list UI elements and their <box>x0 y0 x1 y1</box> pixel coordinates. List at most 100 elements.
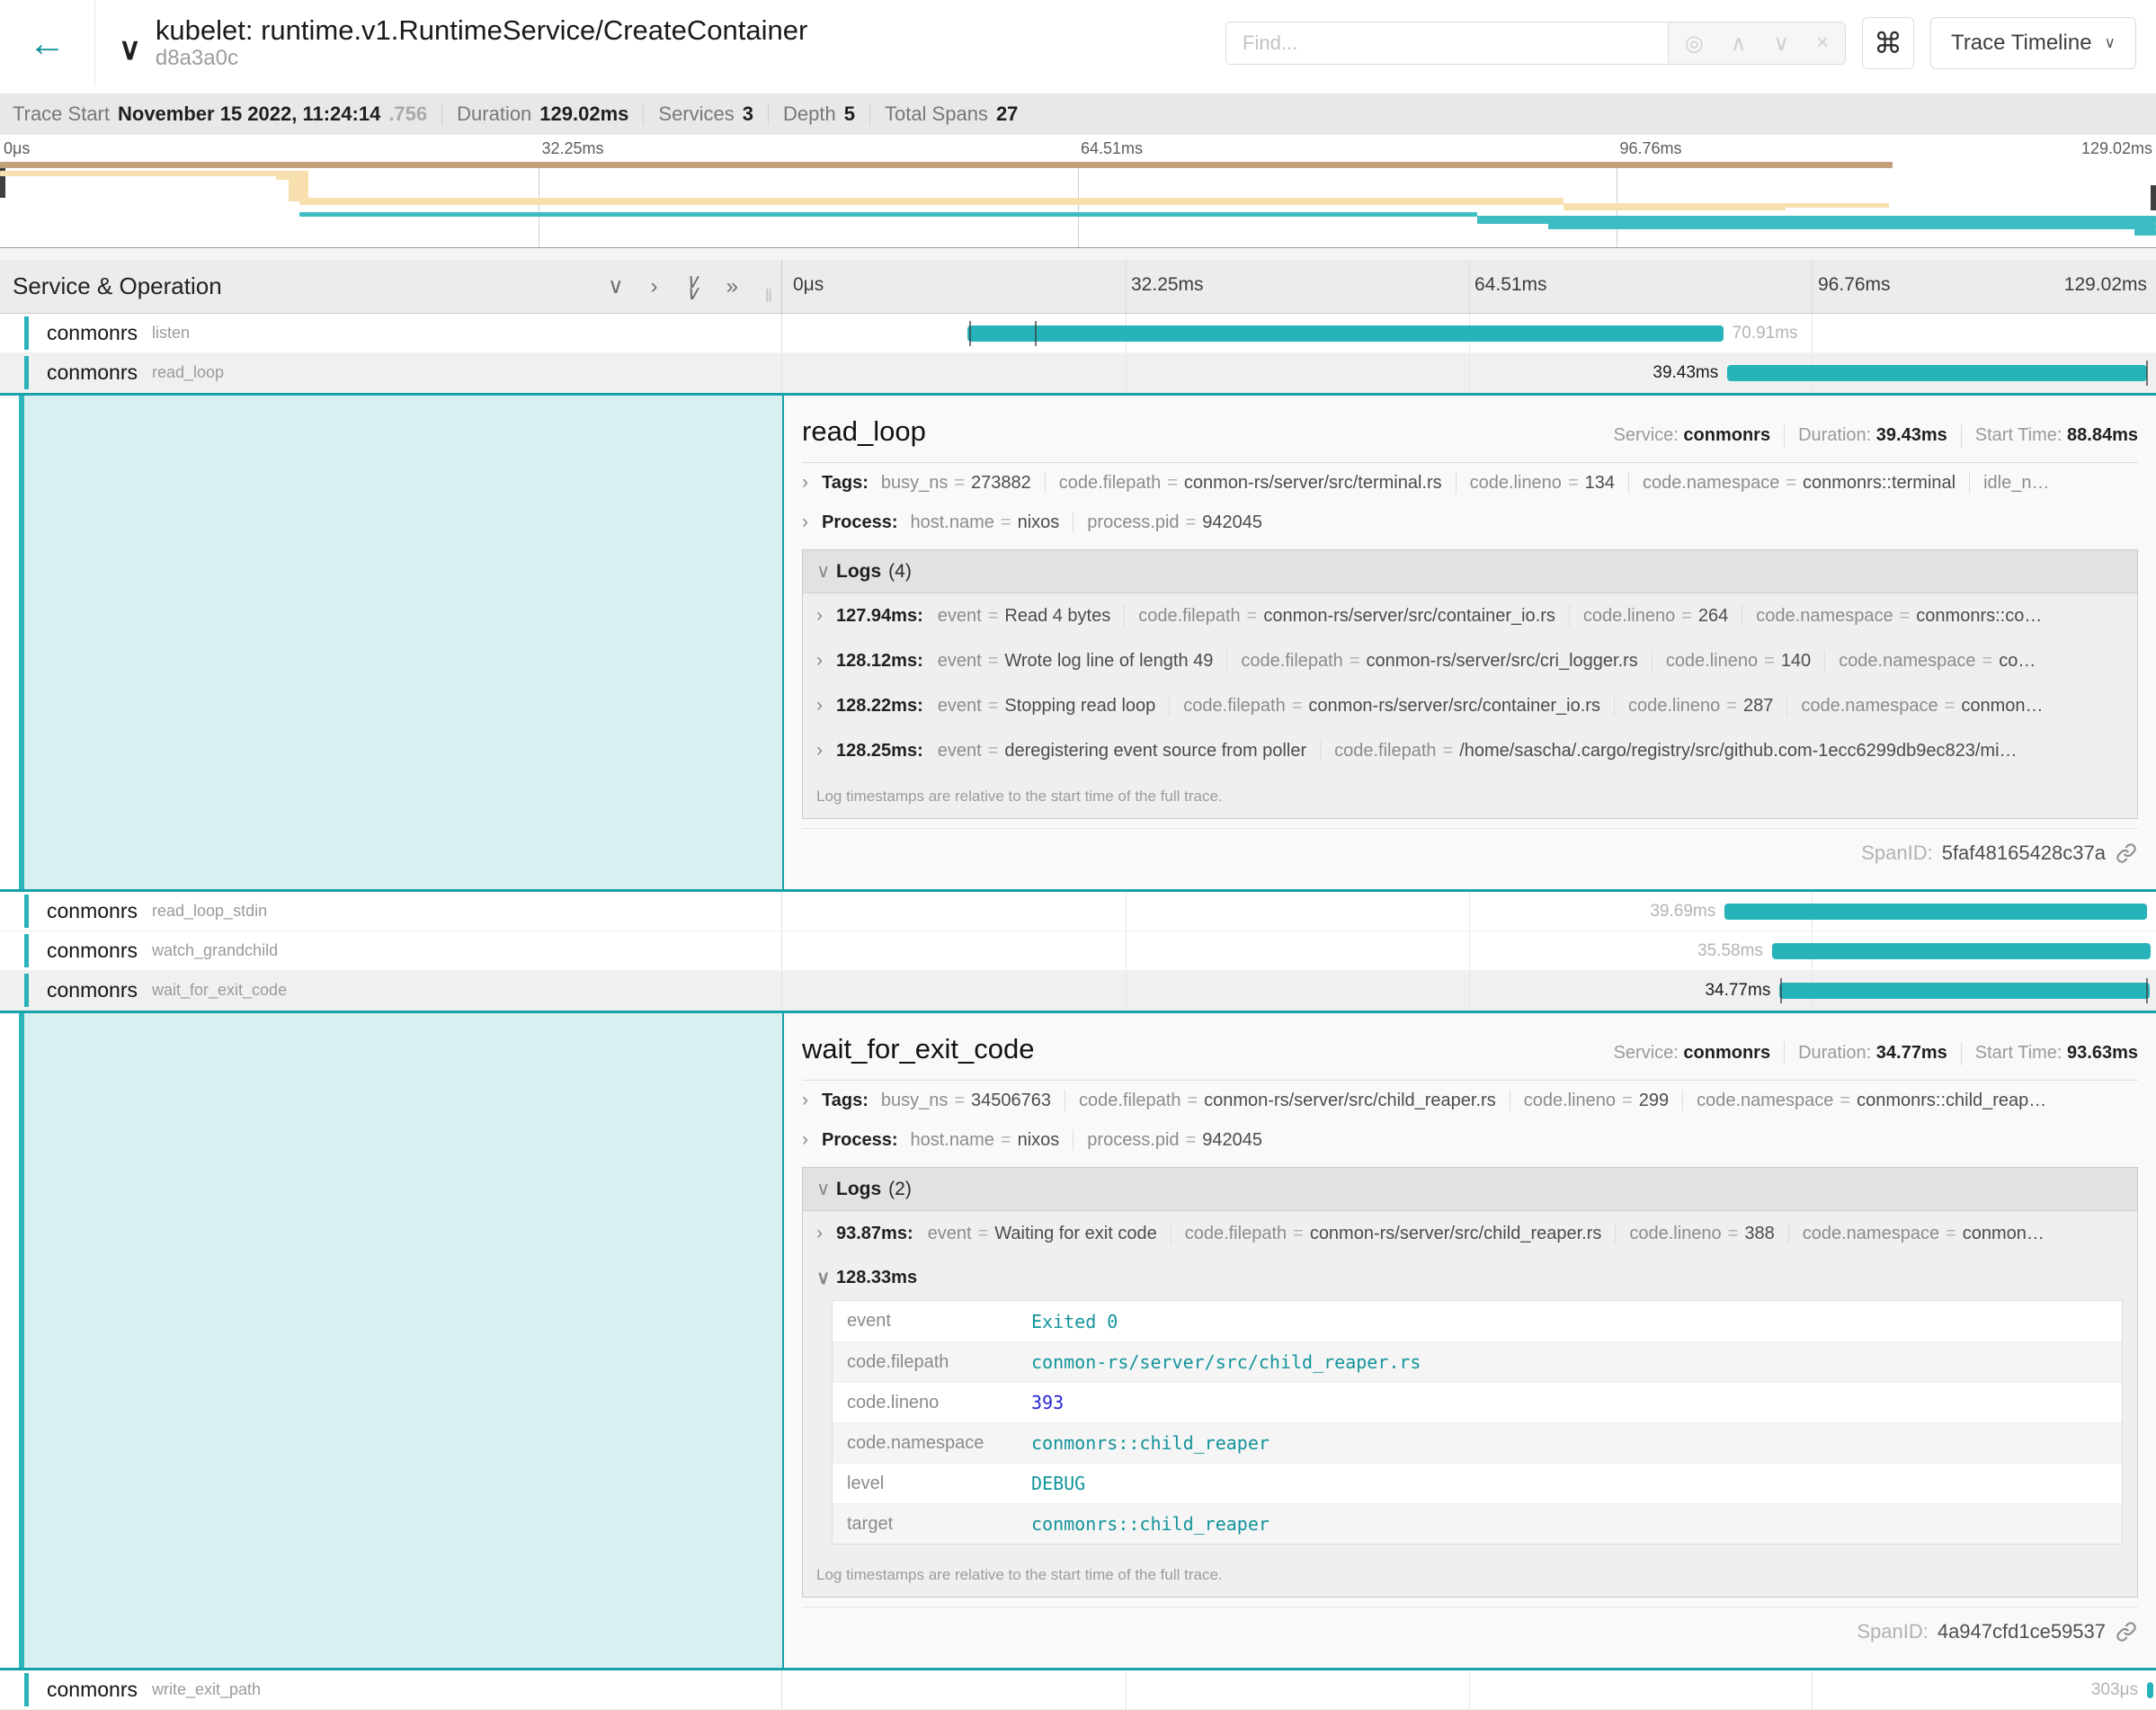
span-row-read-loop-stdin[interactable]: conmonrs read_loop_stdin 39.69ms <box>0 892 2156 931</box>
expander-icon[interactable]: › <box>816 740 836 761</box>
span-row-wait-for-exit-code[interactable]: conmonrs wait_for_exit_code 34.77ms <box>0 971 2156 1011</box>
trace-view: ← ∨ kubelet: runtime.v1.RuntimeService/C… <box>0 0 2156 1664</box>
divider <box>1614 695 1615 717</box>
link-icon[interactable] <box>2115 1620 2138 1643</box>
log-field-row: code.filepathconmon-rs/server/src/child_… <box>833 1341 2122 1382</box>
kv-pair: code.namespace=conmon… <box>1803 1224 2045 1244</box>
kv-pair: host.name=nixos <box>911 1130 1060 1151</box>
collapse-one-icon[interactable]: ∨ <box>608 273 624 299</box>
process-row[interactable]: › Process: host.name=nixosprocess.pid=94… <box>802 1120 2138 1160</box>
log-field-row: levelDEBUG <box>833 1463 2122 1503</box>
expander-icon[interactable]: › <box>802 1090 822 1111</box>
collapse-trace-chevron-icon[interactable]: ∨ <box>119 31 141 67</box>
locate-icon[interactable]: ◎ <box>1685 31 1704 57</box>
detail-left-gutter <box>0 396 782 889</box>
expander-icon[interactable]: › <box>802 1129 822 1151</box>
detail-panel: wait_for_exit_code Service: conmonrs Dur… <box>782 1013 2156 1668</box>
find-prev-icon[interactable]: ∧ <box>1731 31 1747 57</box>
span-track[interactable]: 39.43ms <box>782 353 2156 392</box>
expander-icon[interactable]: › <box>816 605 836 627</box>
collapse-all-icon[interactable]: ∨∨ <box>685 275 699 298</box>
tags-row[interactable]: › Tags: busy_ns=34506763code.filepath=co… <box>802 1081 2138 1120</box>
divider <box>1456 472 1457 494</box>
log-marker <box>969 321 971 346</box>
logs-header[interactable]: ∨ Logs (4) <box>803 550 2137 593</box>
divider <box>1652 650 1653 672</box>
expand-one-icon[interactable]: › <box>651 274 658 299</box>
find-next-icon[interactable]: ∨ <box>1773 31 1789 57</box>
expanded-log-header[interactable]: ∨ 128.33ms <box>803 1256 2137 1298</box>
minimap-left-handle[interactable] <box>0 164 5 198</box>
link-icon[interactable] <box>2115 842 2138 865</box>
log-timestamp: 93.87ms: <box>836 1224 913 1244</box>
tick-label: 64.51ms <box>1469 274 1547 296</box>
log-entry[interactable]: ›128.22ms:event=Stopping read loopcode.f… <box>803 683 2137 728</box>
detail-title: read_loop <box>802 415 926 448</box>
log-entry[interactable]: ›128.25ms:event=deregistering event sour… <box>803 728 2137 773</box>
detail-meta: Service: conmonrs Duration: 39.43ms Star… <box>1614 424 2138 448</box>
process-row[interactable]: › Process: host.name=nixosprocess.pid=94… <box>802 503 2138 542</box>
expander-icon: ∨ <box>816 560 836 583</box>
timeline-ticks-header: 0μs 32.25ms 64.51ms 96.76ms 129.02ms <box>782 260 2156 313</box>
minimap-right-handle[interactable] <box>2151 185 2156 210</box>
span-bar[interactable] <box>2147 1682 2153 1698</box>
log-entry[interactable]: ›128.12ms:event=Wrote log line of length… <box>803 638 2137 683</box>
minimap-graph[interactable] <box>0 162 2156 248</box>
expander-icon[interactable]: › <box>802 472 822 494</box>
header-actions: ◎ ∧ ∨ × ⌘ Trace Timeline ∨ <box>1225 17 2156 69</box>
span-bar[interactable] <box>1724 904 2147 920</box>
service-name: conmonrs <box>47 1678 138 1702</box>
log-entry[interactable]: ›127.94ms:event=Read 4 bytescode.filepat… <box>803 593 2137 638</box>
find-clear-icon[interactable]: × <box>1816 31 1829 56</box>
view-selector-button[interactable]: Trace Timeline ∨ <box>1930 17 2136 69</box>
minimap-span-segment <box>2134 229 2156 236</box>
duration-label: 70.91ms <box>1733 324 1798 343</box>
service-accent <box>24 974 29 1007</box>
divider <box>1320 740 1321 761</box>
logs-section: ∨ Logs (4) ›127.94ms:event=Read 4 bytesc… <box>802 549 2138 819</box>
service-accent <box>24 356 29 389</box>
expand-all-icon[interactable]: » <box>726 274 738 299</box>
spanid-row: SpanID: 5faf48165428c37a <box>802 828 2138 877</box>
tags-row[interactable]: › Tags: busy_ns=273882code.filepath=conm… <box>802 463 2138 503</box>
kv-pair: event=Wrote log line of length 49 <box>938 651 1214 672</box>
span-track[interactable]: 303μs <box>782 1670 2156 1709</box>
expander-icon[interactable]: › <box>816 1223 836 1244</box>
column-resize-handle[interactable]: ‖ <box>765 287 774 307</box>
find-input[interactable] <box>1226 22 1668 64</box>
duration-label: 35.58ms <box>1697 941 1763 961</box>
span-row-watch-grandchild[interactable]: conmonrs watch_grandchild 35.58ms <box>0 931 2156 971</box>
kv-pair: code.filepath=conmon-rs/server/src/child… <box>1185 1224 1602 1244</box>
span-row-listen[interactable]: conmonrs listen 70.91ms <box>0 314 2156 353</box>
logs-header[interactable]: ∨ Logs (2) <box>803 1168 2137 1211</box>
span-track[interactable]: 70.91ms <box>782 314 2156 352</box>
span-bar[interactable] <box>1727 365 2147 381</box>
service-name: conmonrs <box>47 321 138 345</box>
operation-name: watch_grandchild <box>152 941 278 960</box>
logs-note: Log timestamps are relative to the start… <box>803 773 2137 818</box>
span-track[interactable]: 39.69ms <box>782 892 2156 931</box>
log-entry[interactable]: ›93.87ms:event=Waiting for exit codecode… <box>803 1211 2137 1256</box>
expander-icon[interactable]: › <box>816 650 836 672</box>
span-track[interactable]: 35.58ms <box>782 931 2156 970</box>
back-button[interactable]: ← <box>0 0 95 86</box>
trace-minimap[interactable]: 0μs 32.25ms 64.51ms 96.76ms 129.02ms <box>0 138 2156 248</box>
log-field-row: eventExited 0 <box>833 1301 2122 1341</box>
minimap-span-segment <box>1783 203 1889 208</box>
span-bar[interactable] <box>967 325 1723 342</box>
trace-duration: Duration 129.02ms <box>453 102 632 126</box>
span-row-read-loop[interactable]: conmonrs read_loop 39.43ms <box>0 353 2156 393</box>
span-row-write-exit-path[interactable]: conmonrs write_exit_path 303μs <box>0 1670 2156 1710</box>
keyboard-shortcuts-button[interactable]: ⌘ <box>1862 17 1914 69</box>
tick-label: 96.76ms <box>1617 139 1682 158</box>
span-track[interactable]: 34.77ms <box>782 971 2156 1010</box>
expander-icon[interactable]: › <box>816 695 836 717</box>
divider <box>1824 650 1825 672</box>
kv-pair: idle_n… <box>1983 473 2049 494</box>
span-bar[interactable] <box>1779 983 2150 999</box>
expander-icon[interactable]: › <box>802 512 822 533</box>
spanid-value: 5faf48165428c37a <box>1942 842 2106 865</box>
span-detail-read-loop: read_loop Service: conmonrs Duration: 39… <box>0 393 2156 892</box>
span-bar[interactable] <box>1772 943 2151 959</box>
trace-start: Trace Start November 15 2022, 11:24:14.7… <box>9 102 431 126</box>
